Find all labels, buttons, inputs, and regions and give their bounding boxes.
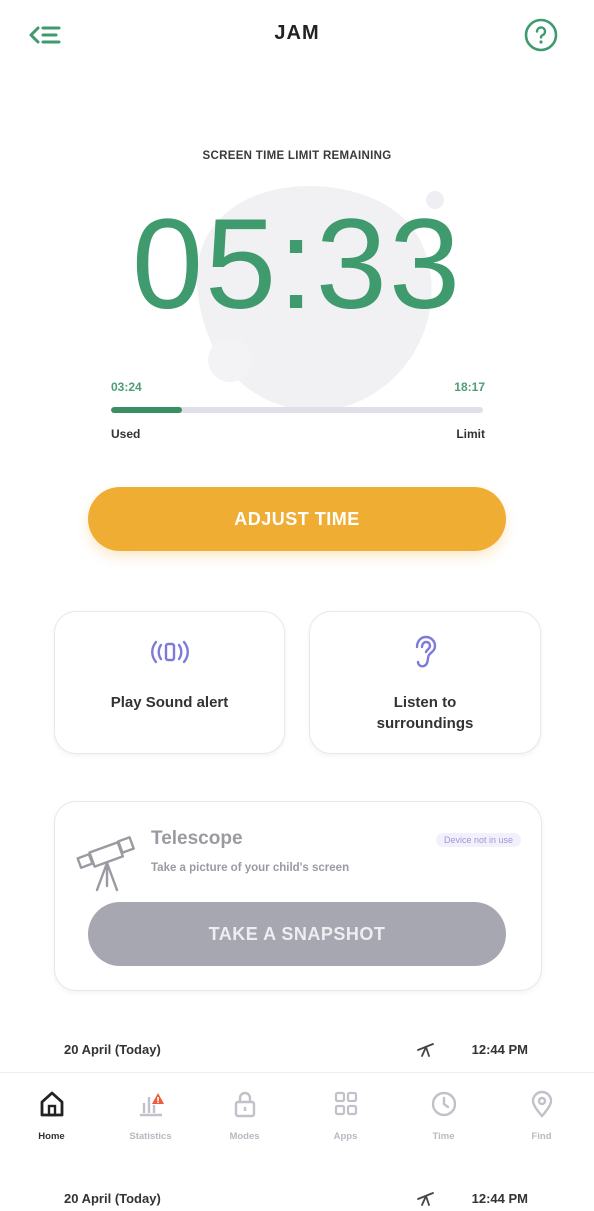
tab-label: Apps	[333, 1131, 358, 1142]
device-status-badge: Device not in use	[435, 833, 521, 847]
time-remaining: 05:33	[131, 193, 463, 336]
page-title: JAM	[274, 22, 320, 44]
apps-grid-icon	[331, 1089, 361, 1119]
location-pin-icon	[527, 1089, 557, 1119]
activity-date: 20 April (Today)	[64, 1191, 161, 1206]
play-sound-alert-label: Play Sound alert	[110, 694, 229, 711]
tab-find[interactable]: Find	[492, 1073, 591, 1163]
play-sound-alert-card[interactable]: Play Sound alert	[54, 611, 285, 754]
bottom-tab-bar: Home Statistics Modes Apps Time Find	[0, 1072, 594, 1163]
used-label: Used	[111, 427, 141, 441]
ear-icon	[405, 634, 445, 670]
take-snapshot-button[interactable]: TAKE A SNAPSHOT	[88, 902, 506, 966]
usage-progress-bar	[111, 407, 483, 413]
limit-label: Limit	[456, 427, 485, 441]
listen-to-surroundings-card[interactable]: Listen to surroundings	[309, 611, 541, 754]
home-icon	[37, 1089, 67, 1119]
tab-label: Home	[38, 1131, 65, 1142]
activity-row[interactable]: 20 April (Today) 12:44 PM	[64, 1187, 528, 1211]
sound-alert-icon	[150, 634, 190, 670]
telescope-subtitle: Take a picture of your child's screen	[151, 862, 350, 874]
tab-label: Time	[432, 1131, 455, 1142]
activity-row[interactable]: 20 April (Today) 12:44 PM	[64, 1038, 528, 1062]
used-time: 03:24	[111, 380, 142, 394]
top-bar: JAM	[0, 0, 594, 70]
help-icon[interactable]	[522, 16, 560, 54]
listen-to-surroundings-label: Listen to surroundings	[376, 694, 474, 732]
tab-home[interactable]: Home	[2, 1073, 101, 1163]
activity-time: 12:44 PM	[471, 1191, 528, 1206]
clock-icon	[429, 1089, 459, 1119]
activity-date: 20 April (Today)	[64, 1042, 161, 1057]
telescope-title: Telescope	[151, 828, 243, 849]
tab-statistics[interactable]: Statistics	[101, 1073, 200, 1163]
activity-time: 12:44 PM	[471, 1042, 528, 1057]
tab-apps[interactable]: Apps	[296, 1073, 395, 1163]
tab-label: Modes	[229, 1131, 260, 1142]
tab-label: Find	[531, 1131, 552, 1142]
telescope-card: Telescope Take a picture of your child's…	[54, 801, 542, 991]
tab-label: Statistics	[129, 1131, 172, 1142]
telescope-icon	[416, 1190, 436, 1206]
statistics-icon	[136, 1089, 166, 1119]
lock-icon	[230, 1089, 260, 1119]
adjust-time-button[interactable]: ADJUST TIME	[88, 487, 506, 551]
telescope-icon	[75, 834, 145, 894]
telescope-icon	[416, 1041, 436, 1057]
timer-label: SCREEN TIME LIMIT REMAINING	[202, 150, 392, 162]
limit-time: 18:17	[454, 380, 485, 394]
tab-time[interactable]: Time	[394, 1073, 493, 1163]
usage-progress-fill	[111, 407, 182, 413]
tab-modes[interactable]: Modes	[195, 1073, 294, 1163]
